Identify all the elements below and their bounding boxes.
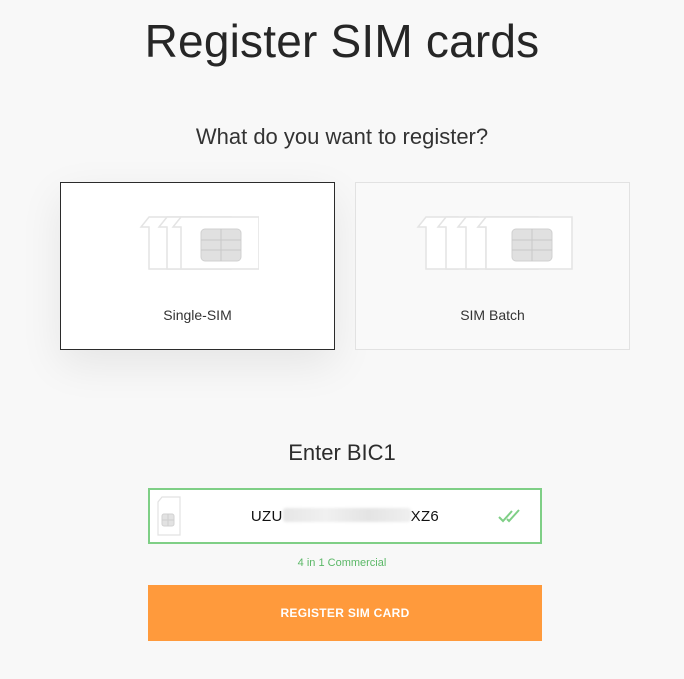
page-subtitle: What do you want to register? [195, 124, 489, 149]
bic-heading: Enter BIC1 [288, 440, 396, 465]
option-label: SIM Batch [460, 307, 525, 323]
bic-value-suffix: XZ6 [410, 508, 440, 525]
option-single-sim[interactable]: Single-SIM [60, 182, 335, 350]
redacted-segment [282, 508, 411, 522]
page-title: Register SIM cards [144, 15, 540, 67]
bic-hint: 4 in 1 Commercial [297, 557, 387, 569]
sim-batch-icon [416, 216, 573, 270]
option-label: Single-SIM [163, 307, 232, 323]
register-sim-card-button[interactable]: REGISTER SIM CARD [148, 585, 542, 641]
bic-input[interactable]: UZU XZ6 [148, 488, 542, 544]
double-check-icon [498, 509, 520, 523]
bic-value: UZU XZ6 [150, 508, 540, 525]
option-sim-batch[interactable]: SIM Batch [355, 182, 630, 350]
register-sim-page: Register SIM cards What do you want to r… [0, 0, 684, 679]
bic-value-prefix: UZU [250, 508, 283, 525]
single-sim-icon [139, 216, 259, 270]
